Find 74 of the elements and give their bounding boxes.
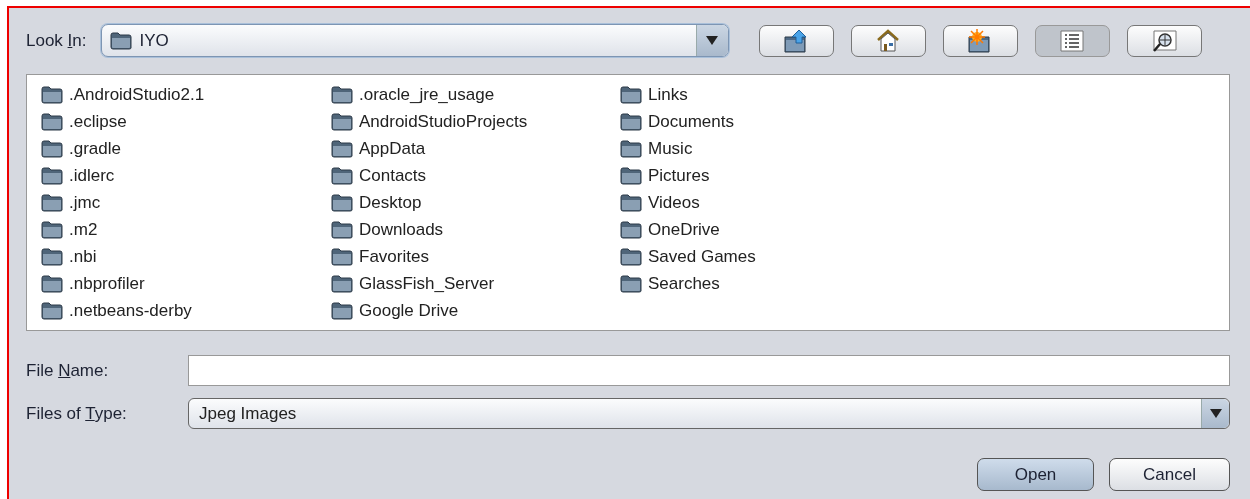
toolbar-button[interactable]	[942, 24, 1018, 57]
folder-icon	[41, 301, 63, 320]
folder-name[interactable]: Pictures	[648, 162, 710, 189]
folder-icon	[620, 112, 642, 131]
file-name-field[interactable]	[188, 355, 1230, 386]
folder-icon	[331, 85, 353, 104]
folder-icon	[620, 85, 642, 104]
magnifier-icon	[1151, 27, 1177, 54]
folder-icon	[41, 193, 63, 212]
look-in-dropdown[interactable]: IYO	[100, 24, 729, 57]
folder-name[interactable]: GlassFish_Server	[359, 270, 495, 297]
folder-name[interactable]: .netbeans-derby	[69, 297, 192, 324]
folder-up-icon	[783, 27, 809, 54]
folder-icon	[41, 139, 63, 158]
look-in-label: Look In:	[26, 29, 87, 52]
folder-name[interactable]: Documents	[648, 108, 734, 135]
folder-name[interactable]: Saved Games	[648, 243, 756, 270]
folder-icon	[41, 247, 63, 266]
folder-name[interactable]: .eclipse	[69, 108, 127, 135]
folder-icon	[620, 166, 642, 185]
folder-icon	[331, 166, 353, 185]
folder-name[interactable]: AppData	[359, 135, 426, 162]
folder-name[interactable]: Desktop	[359, 189, 422, 216]
folder-icon	[41, 112, 63, 131]
home-icon	[875, 27, 901, 54]
folder-name[interactable]: .nbprofiler	[69, 270, 145, 297]
folder-name[interactable]: Favorites	[359, 243, 429, 270]
folder-icon	[331, 139, 353, 158]
folder-icon	[41, 274, 63, 293]
list-view-icon	[1059, 27, 1085, 54]
toolbar-button[interactable]	[1034, 24, 1110, 57]
file-type-dropdown[interactable]: Jpeg Images	[188, 398, 1230, 429]
dropdown-arrow-icon	[706, 36, 718, 45]
folder-icon	[620, 274, 642, 293]
folder-icon	[620, 139, 642, 158]
folder-icon	[331, 112, 353, 131]
folder-icon	[620, 247, 642, 266]
folder-icon	[41, 85, 63, 104]
folder-name[interactable]: Searches	[648, 270, 720, 297]
folder-name[interactable]: AndroidStudioProjects	[359, 108, 528, 135]
folder-icon	[620, 220, 642, 239]
folder-name[interactable]: Downloads	[359, 216, 444, 243]
new-folder-icon	[967, 27, 993, 54]
folder-icon	[41, 166, 63, 185]
folder-name[interactable]: .oracle_jre_usage	[359, 81, 495, 108]
folder-icon	[41, 220, 63, 239]
folder-icon	[331, 301, 353, 320]
folder-icon	[331, 274, 353, 293]
folder-icon	[331, 247, 353, 266]
folder-name[interactable]: .m2	[69, 216, 98, 243]
folder-name[interactable]: OneDrive	[648, 216, 720, 243]
folder-icon	[620, 193, 642, 212]
folder-name[interactable]: Links	[648, 81, 688, 108]
dropdown-arrow-icon	[1209, 409, 1222, 418]
toolbar-button[interactable]	[1126, 24, 1202, 57]
folder-name[interactable]: .idlerc	[69, 162, 115, 189]
folder-icon	[331, 193, 353, 212]
folder-name[interactable]: Contacts	[359, 162, 427, 189]
file-type-label: Files of Type:	[26, 402, 128, 425]
file-name-label: File Name:	[26, 359, 110, 382]
toolbar-button[interactable]	[758, 24, 834, 57]
folder-name[interactable]: .nbi	[69, 243, 97, 270]
dialog-button[interactable]: Open	[977, 458, 1094, 491]
toolbar-button[interactable]	[850, 24, 926, 57]
file-type-value: Jpeg Images	[199, 402, 297, 425]
folder-name[interactable]: .jmc	[69, 189, 101, 216]
folder-icon	[331, 220, 353, 239]
folder-name[interactable]: Music	[648, 135, 693, 162]
folder-name[interactable]: Google Drive	[359, 297, 459, 324]
folder-icon	[109, 31, 132, 50]
folder-name[interactable]: .AndroidStudio2.1	[69, 81, 205, 108]
folder-name[interactable]: .gradle	[69, 135, 121, 162]
dialog-button[interactable]: Cancel	[1109, 458, 1230, 491]
folder-name[interactable]: Videos	[648, 189, 700, 216]
